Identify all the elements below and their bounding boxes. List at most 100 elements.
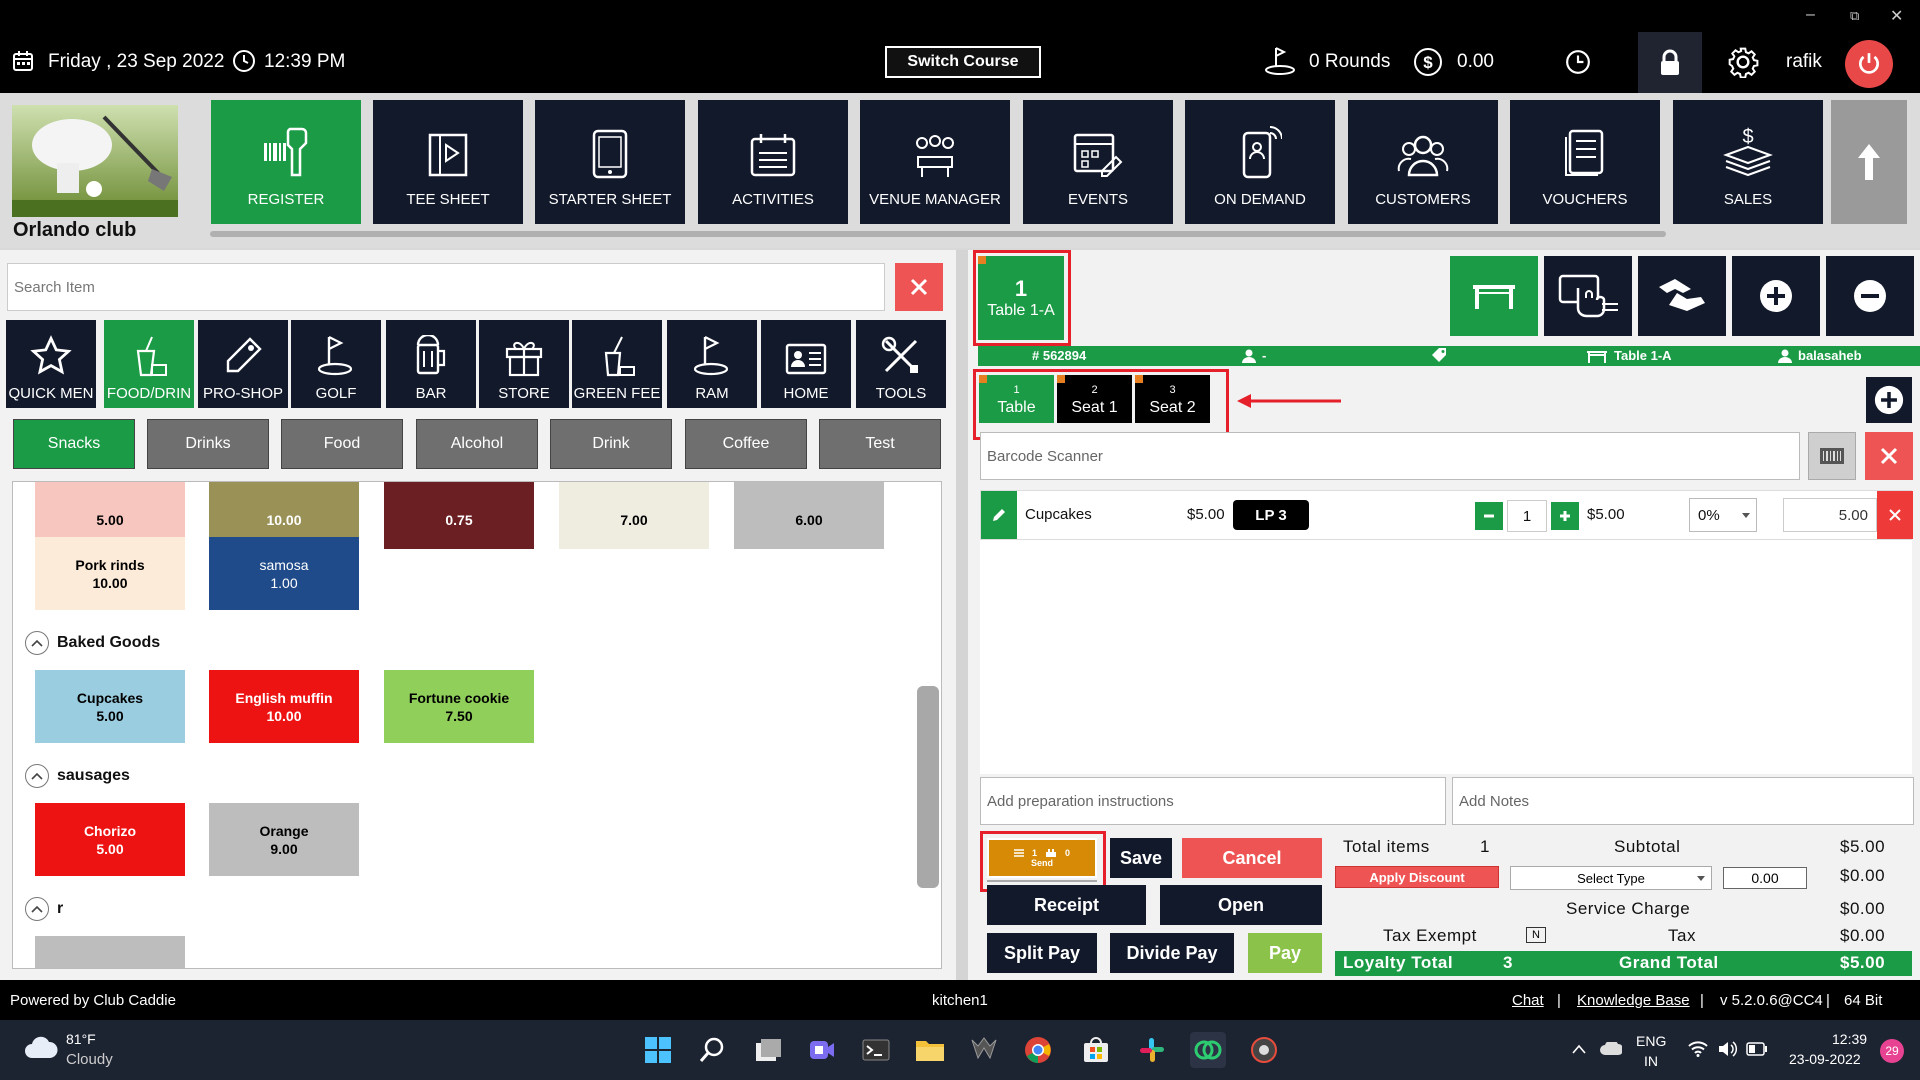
category-home[interactable]: HOME xyxy=(761,320,851,408)
nav-vouchers[interactable]: VOUCHERS xyxy=(1510,100,1660,224)
nav-scrollbar[interactable] xyxy=(210,231,1666,237)
file-explorer-button[interactable] xyxy=(912,1032,948,1068)
close-window-icon[interactable]: ✕ xyxy=(1890,6,1903,26)
slack-button[interactable] xyxy=(1134,1032,1170,1068)
category-pro-shop[interactable]: PRO-SHOP xyxy=(198,320,288,408)
restore-icon[interactable]: ⧉ xyxy=(1850,8,1859,24)
chevron-up-icon[interactable] xyxy=(1572,1044,1586,1054)
switch-course-button[interactable]: Switch Course xyxy=(885,46,1041,78)
divide-pay-button[interactable]: Divide Pay xyxy=(1110,933,1234,973)
remove-button[interactable] xyxy=(1826,256,1914,336)
subtab-drinks[interactable]: Drinks xyxy=(147,419,269,469)
item-tile-fortune-cookie[interactable]: Fortune cookie 7.50 xyxy=(384,670,534,743)
task-view-button[interactable] xyxy=(750,1032,786,1068)
seat-1[interactable]: 2 Seat 1 xyxy=(1057,375,1132,423)
split-pay-button[interactable]: Split Pay xyxy=(987,933,1097,973)
nav-tee-sheet[interactable]: TEE SHEET xyxy=(373,100,523,224)
item-tile-chorizo[interactable]: Chorizo 5.00 xyxy=(35,803,185,876)
item-tile-poha[interactable]: poha xyxy=(35,936,185,968)
search-input[interactable] xyxy=(7,263,885,311)
discount-select[interactable]: 0% xyxy=(1689,498,1757,532)
chat-link[interactable]: Chat xyxy=(1512,992,1544,1009)
gear-icon[interactable] xyxy=(1727,46,1759,78)
nav-register[interactable]: REGISTER xyxy=(211,100,361,224)
onedrive-icon[interactable] xyxy=(1600,1042,1622,1056)
item-tile-samosa[interactable]: samosa 1.00 xyxy=(209,537,359,610)
category-golf[interactable]: GOLF xyxy=(291,320,381,408)
save-button[interactable]: Save xyxy=(1110,838,1172,878)
battery-icon[interactable] xyxy=(1746,1042,1768,1056)
delete-line-button[interactable] xyxy=(1877,491,1913,539)
nav-sales[interactable]: $ SALES xyxy=(1673,100,1823,224)
section-baked-goods[interactable]: Baked Goods xyxy=(25,631,160,655)
nav-on-demand[interactable]: ON DEMAND xyxy=(1185,100,1335,224)
add-button[interactable] xyxy=(1732,256,1820,336)
tax-exempt-toggle[interactable]: N xyxy=(1526,927,1546,943)
category-tools[interactable]: TOOLS xyxy=(856,320,946,408)
subtab-snacks[interactable]: Snacks xyxy=(13,419,135,469)
game-app-button[interactable] xyxy=(966,1032,1002,1068)
category-green-fee[interactable]: GREEN FEE xyxy=(572,320,662,408)
guest-field[interactable]: - xyxy=(1242,348,1266,363)
taskbar-search-button[interactable] xyxy=(694,1032,730,1068)
cancel-button[interactable]: Cancel xyxy=(1182,838,1322,878)
lock-button[interactable] xyxy=(1638,32,1702,93)
wifi-icon[interactable] xyxy=(1688,1041,1708,1057)
subtab-alcohol[interactable]: Alcohol xyxy=(416,419,538,469)
category-food-drink[interactable]: FOOD/DRIN xyxy=(104,320,194,408)
store-button[interactable] xyxy=(1078,1032,1114,1068)
language-primary[interactable]: ENG xyxy=(1636,1033,1666,1049)
start-button[interactable] xyxy=(640,1032,676,1068)
receipt-button[interactable]: Receipt xyxy=(987,885,1146,925)
subtab-drink[interactable]: Drink xyxy=(550,419,672,469)
terminal-button[interactable] xyxy=(858,1032,894,1068)
chrome-button[interactable] xyxy=(1020,1032,1056,1068)
knowledge-base-link[interactable]: Knowledge Base xyxy=(1577,992,1690,1009)
table-button[interactable]: 1 Table 1-A xyxy=(978,256,1064,340)
photo-app-button[interactable] xyxy=(1246,1032,1282,1068)
preparation-instructions-input[interactable] xyxy=(980,777,1446,825)
barcode-button[interactable] xyxy=(1808,432,1856,480)
history-clock-icon[interactable] xyxy=(1565,49,1591,75)
nav-starter-sheet[interactable]: STARTER SHEET xyxy=(535,100,685,224)
apply-discount-button[interactable]: Apply Discount xyxy=(1335,866,1499,888)
item-tile[interactable]: 6.00 xyxy=(734,482,884,549)
seat-2[interactable]: 3 Seat 2 xyxy=(1135,375,1210,423)
clear-search-button[interactable] xyxy=(895,263,943,311)
section-sausages[interactable]: sausages xyxy=(25,764,130,788)
subtab-coffee[interactable]: Coffee xyxy=(685,419,807,469)
add-seat-button[interactable] xyxy=(1866,377,1912,423)
item-tile[interactable]: 7.00 xyxy=(559,482,709,549)
volume-icon[interactable] xyxy=(1718,1041,1738,1057)
open-button[interactable]: Open xyxy=(1160,885,1322,925)
item-tile[interactable]: 0.75 xyxy=(384,482,534,549)
clock-time[interactable]: 12:39 xyxy=(1832,1031,1867,1047)
qty-input[interactable]: 1 xyxy=(1507,500,1547,532)
category-ram[interactable]: RAM xyxy=(667,320,757,408)
subtab-food[interactable]: Food xyxy=(281,419,403,469)
discount-type-select[interactable]: Select Type xyxy=(1510,866,1712,890)
category-bar[interactable]: BAR xyxy=(386,320,476,408)
nav-activities[interactable]: ACTIVITIES xyxy=(698,100,848,224)
table-layout-button[interactable] xyxy=(1450,256,1538,336)
qty-increase-button[interactable] xyxy=(1551,502,1579,530)
notification-badge[interactable]: 29 xyxy=(1880,1039,1904,1063)
handover-button[interactable] xyxy=(1638,256,1726,336)
user-name[interactable]: rafik xyxy=(1786,51,1822,73)
send-button[interactable]: 1 0 Send xyxy=(987,838,1097,878)
category-quick-menu[interactable]: QUICK MEN xyxy=(6,320,96,408)
item-tile-english-muffin[interactable]: English muffin 10.00 xyxy=(209,670,359,743)
nav-events[interactable]: EVENTS xyxy=(1023,100,1173,224)
seat-table[interactable]: 1 Table xyxy=(979,375,1054,423)
language-region[interactable]: IN xyxy=(1644,1053,1658,1069)
teams-button[interactable] xyxy=(804,1032,840,1068)
item-tile-pork-rinds[interactable]: Pork rinds 10.00 xyxy=(35,537,185,610)
item-tile-cupcakes[interactable]: Cupcakes 5.00 xyxy=(35,670,185,743)
amount-input[interactable]: 5.00 xyxy=(1783,498,1877,532)
clear-barcode-button[interactable] xyxy=(1865,432,1913,480)
nav-scroll-up-button[interactable] xyxy=(1831,100,1907,224)
clock-date[interactable]: 23-09-2022 xyxy=(1789,1051,1861,1067)
touch-order-button[interactable] xyxy=(1544,256,1632,336)
tag-icon[interactable] xyxy=(1432,348,1448,362)
subtab-test[interactable]: Test xyxy=(819,419,941,469)
